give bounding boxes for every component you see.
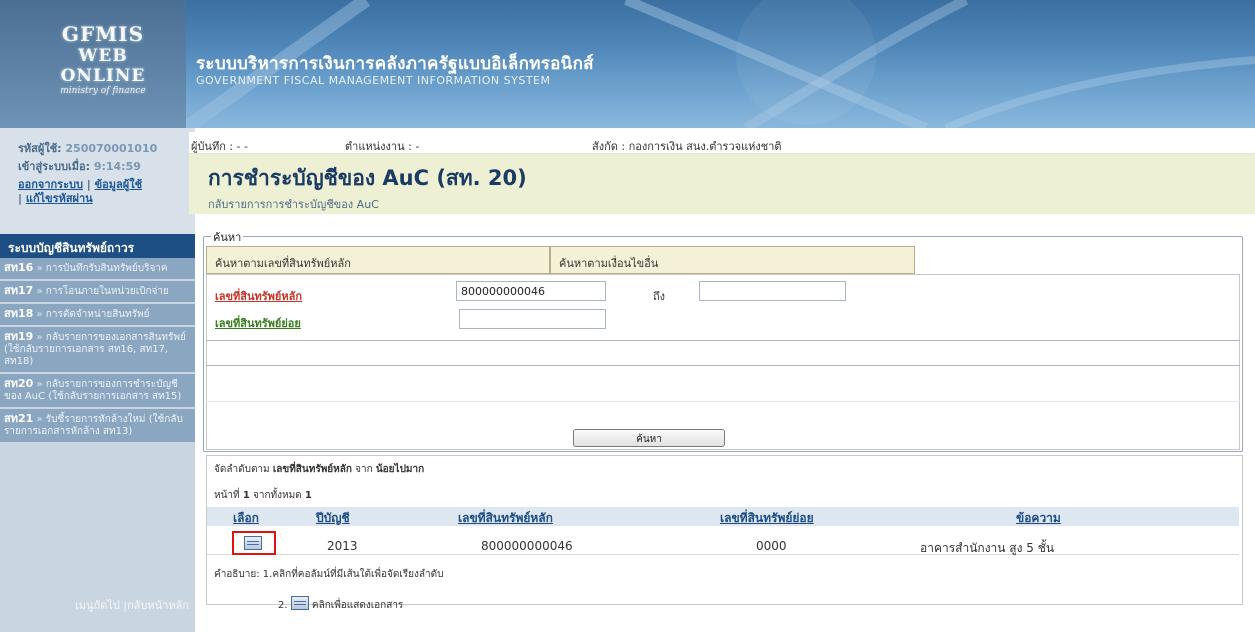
- sort-order: น้อยไปมาก: [375, 464, 425, 475]
- sidebar-item-st19[interactable]: สท19 » กลับรายการของเอกสารสินทรัพย์ (ใช้…: [0, 327, 195, 374]
- menu-code: สท20: [4, 377, 34, 390]
- menu-text: การตัดจำหน่ายสินทรัพย์: [45, 309, 150, 320]
- sidebar-menu: สท16 » การบันทึกรับสินทรัพย์บริจาค สท17 …: [0, 258, 195, 444]
- affiliation-label: สังกัด : กองการเงิน สนง.ตำรวจแห่งชาติ: [592, 140, 782, 153]
- page-prefix: หน้าที่: [214, 490, 240, 501]
- sort-mid: จาก: [355, 464, 373, 475]
- document-icon: [290, 596, 309, 610]
- col-text[interactable]: ข้อความ: [1016, 509, 1061, 528]
- pagination-info: หน้าที่ 1 จากทั้งหมด 1: [214, 488, 312, 503]
- sidebar-item-st17[interactable]: สท17 » การโอนภายในหน่วยเบิกจ่าย: [0, 281, 195, 304]
- sort-field: เลขที่สินทรัพย์หลัก: [272, 464, 352, 475]
- gfmis-logo: GFMIS WEB ONLINE ministry of finance: [38, 22, 168, 96]
- menu-text: การโอนภายในหน่วยเบิกจ่าย: [45, 286, 169, 297]
- menu-code: สท18: [4, 307, 34, 320]
- col-fiscal-year[interactable]: ปีบัญชี: [316, 509, 350, 528]
- menu-arrow: »: [36, 286, 43, 297]
- position-label: ตำแหน่งงาน : -: [345, 140, 420, 153]
- form-divider: [206, 401, 1240, 402]
- logo-line3: ministry of finance: [60, 86, 146, 96]
- cell-main-asset: 800000000046: [481, 539, 573, 553]
- main-asset-to-input[interactable]: [699, 281, 846, 301]
- logo-line1: GFMIS: [61, 22, 145, 46]
- menu-code: สท16: [4, 261, 34, 274]
- sidebar-item-st20[interactable]: สท20 » กลับรายการของการชำระบัญชีของ AuC …: [0, 374, 195, 409]
- main-asset-input[interactable]: [456, 281, 606, 301]
- sort-info: จัดลำดับตาม เลขที่สินทรัพย์หลัก จาก น้อย…: [214, 462, 424, 477]
- search-legend: ค้นหา: [211, 228, 244, 246]
- document-icon[interactable]: [244, 536, 262, 550]
- user-profile-link[interactable]: ข้อมูลผู้ใช้: [95, 178, 142, 191]
- table-row: [207, 527, 1239, 555]
- user-info-bar: ผู้บันทึก : - - ตำแหน่งงาน : - สังกัด : …: [189, 132, 1255, 154]
- legend-note-2: 2. คลิกเพื่อแสดงเอกสาร: [278, 594, 403, 613]
- sidebar-item-st18[interactable]: สท18 » การตัดจำหน่ายสินทรัพย์: [0, 304, 195, 327]
- cell-fiscal-year: 2013: [327, 539, 358, 553]
- note-label: คำอธิบาย:: [214, 569, 260, 580]
- left-sidebar: รหัสผู้ใช้: 250070001010 เข้าสู่ระบบเมื่…: [0, 128, 195, 632]
- sidebar-item-st21[interactable]: สท21 » รับชี้รายการหักล้างใหม่ (ใช้กลับร…: [0, 409, 195, 444]
- form-divider: [206, 365, 1240, 366]
- user-id-value: 250070001010: [65, 142, 158, 155]
- page-total: 1: [304, 490, 312, 501]
- menu-arrow: »: [36, 414, 43, 425]
- search-button[interactable]: ค้นหา: [573, 429, 725, 447]
- user-links: ออกจากระบบ | ข้อมูลผู้ใช้ | แก้ไขรหัสผ่า…: [18, 178, 185, 206]
- note-1-text: 1.คลิกที่คอลัมน์ที่มีเส้นใต้เพื่อจัดเรีย…: [262, 569, 444, 580]
- sort-prefix: จัดลำดับตาม: [214, 464, 270, 475]
- system-title-thai: ระบบบริหารการเงินการคลังภาครัฐแบบอิเล็กท…: [196, 54, 594, 74]
- menu-code: สท19: [4, 330, 34, 343]
- to-label: ถึง: [653, 290, 666, 303]
- change-password-link[interactable]: แก้ไขรหัสผ่าน: [26, 192, 93, 205]
- user-info-panel: รหัสผู้ใช้: 250070001010 เข้าสู่ระบบเมื่…: [0, 128, 195, 234]
- cell-sub-asset: 0000: [756, 539, 787, 553]
- link-separator-2: |: [18, 192, 23, 205]
- menu-heading: ระบบบัญชีสินทรัพย์ถาวร: [0, 234, 195, 258]
- page-title-area: การชำระบัญชีของ AuC (สท. 20) กลับรายการก…: [189, 154, 1255, 214]
- menu-code: สท21: [4, 412, 34, 425]
- login-time-label: เข้าสู่ระบบเมื่อ:: [18, 160, 90, 173]
- menu-arrow: »: [36, 332, 43, 343]
- recorder-label: ผู้บันทึก : - -: [191, 140, 248, 153]
- app-header: GFMIS WEB ONLINE ministry of finance ระบ…: [0, 0, 1255, 128]
- page-current: 1: [242, 490, 250, 501]
- user-id-label: รหัสผู้ใช้:: [18, 142, 62, 155]
- menu-arrow: »: [36, 379, 43, 390]
- legend-note-1: คำอธิบาย: 1.คลิกที่คอลัมน์ที่มีเส้นใต้เพ…: [214, 567, 443, 582]
- menu-arrow: »: [36, 263, 43, 274]
- tab-other-conditions[interactable]: ค้นหาตามเงื่อนไขอื่น: [550, 246, 915, 274]
- main-asset-label[interactable]: เลขที่สินทรัพย์หลัก: [215, 287, 302, 305]
- login-time-value: 9:14:59: [93, 160, 141, 173]
- cell-text: อาคารสำนักงาน สูง 5 ชั้น: [920, 541, 1055, 555]
- note-2-text: คลิกเพื่อแสดงเอกสาร: [311, 600, 404, 611]
- form-divider: [206, 340, 1240, 341]
- logo-line2: WEB ONLINE: [60, 46, 146, 86]
- tab-main-asset[interactable]: ค้นหาตามเลขที่สินทรัพย์หลัก: [206, 246, 550, 274]
- sub-asset-label[interactable]: เลขที่สินทรัพย์ย่อย: [215, 314, 301, 332]
- page-mid: จากทั้งหมด: [252, 490, 302, 501]
- col-sub-asset[interactable]: เลขที่สินทรัพย์ย่อย: [720, 509, 814, 528]
- menu-arrow: »: [36, 309, 43, 320]
- user-id-row: รหัสผู้ใช้: 250070001010: [18, 142, 185, 156]
- col-main-asset[interactable]: เลขที่สินทรัพย์หลัก: [458, 509, 553, 528]
- login-time-row: เข้าสู่ระบบเมื่อ: 9:14:59: [18, 160, 185, 174]
- logo-area: GFMIS WEB ONLINE ministry of finance: [0, 0, 186, 128]
- sub-asset-input[interactable]: [459, 309, 606, 329]
- system-title-english: GOVERNMENT FISCAL MANAGEMENT INFORMATION…: [196, 74, 551, 87]
- sidebar-footer-nav[interactable]: เมนูถัดไป |กลับหน้าหลัก: [0, 596, 195, 614]
- link-separator: |: [86, 178, 91, 191]
- logout-link[interactable]: ออกจากระบบ: [18, 178, 83, 191]
- page-subtitle: กลับรายการการชำระบัญชีของ AuC: [208, 198, 379, 211]
- col-select: เลือก: [233, 511, 259, 525]
- menu-code: สท17: [4, 284, 34, 297]
- page-title: การชำระบัญชีของ AuC (สท. 20): [208, 166, 527, 190]
- menu-text: การบันทึกรับสินทรัพย์บริจาค: [45, 263, 168, 274]
- note-2-num: 2.: [278, 600, 288, 611]
- sidebar-item-st16[interactable]: สท16 » การบันทึกรับสินทรัพย์บริจาค: [0, 258, 195, 281]
